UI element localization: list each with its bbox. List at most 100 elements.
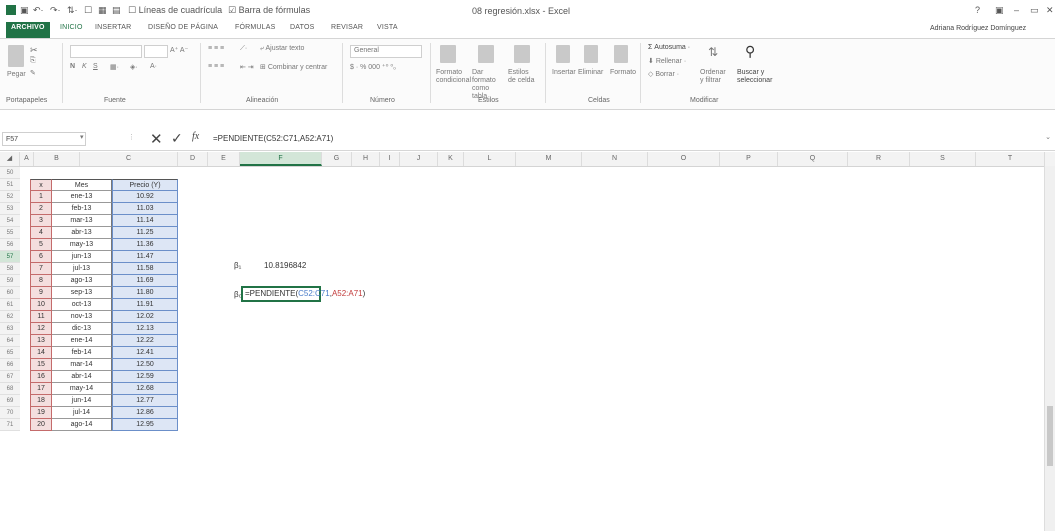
user-name[interactable]: Adriana Rodríguez Domínguez bbox=[930, 25, 1026, 32]
column-header-j[interactable]: J bbox=[400, 152, 438, 166]
conditional-format-icon[interactable] bbox=[440, 45, 456, 63]
name-box-dropdown-icon[interactable]: ▾ bbox=[80, 133, 84, 141]
column-header-i[interactable]: I bbox=[380, 152, 400, 166]
header-precio[interactable]: Precio (Y) bbox=[112, 179, 178, 191]
header-mes[interactable]: Mes bbox=[52, 179, 112, 191]
font-name-box[interactable] bbox=[70, 45, 142, 58]
format-label[interactable]: Formato bbox=[610, 69, 636, 76]
cell-precio[interactable]: 12.13 bbox=[112, 323, 178, 335]
grid-icon[interactable]: ▦ bbox=[98, 5, 107, 16]
row-header[interactable]: 59 bbox=[0, 275, 20, 287]
find-select-label[interactable]: Buscar y seleccionar bbox=[737, 69, 772, 85]
fill-color-icon[interactable]: ◈· bbox=[130, 63, 138, 71]
gridlines-checkbox[interactable]: ☐ Líneas de cuadrícula bbox=[128, 5, 222, 16]
row-header[interactable]: 60 bbox=[0, 287, 20, 299]
tab-diseno-pagina[interactable]: DISEÑO DE PÁGINA bbox=[148, 24, 218, 31]
format-cells-icon[interactable] bbox=[614, 45, 628, 63]
cell-x[interactable]: 4 bbox=[30, 227, 52, 239]
row-header[interactable]: 65 bbox=[0, 347, 20, 359]
row-header[interactable]: 53 bbox=[0, 203, 20, 215]
cell-mes[interactable]: abr-13 bbox=[52, 227, 112, 239]
cell-x[interactable]: 11 bbox=[30, 311, 52, 323]
cell-precio[interactable]: 11.03 bbox=[112, 203, 178, 215]
cell-x[interactable]: 6 bbox=[30, 251, 52, 263]
accounting-format-icon[interactable]: $ · % 000 ⁺⁰ ⁰₀ bbox=[350, 63, 396, 71]
font-size-box[interactable] bbox=[144, 45, 168, 58]
cell-x[interactable]: 14 bbox=[30, 347, 52, 359]
format-painter-icon[interactable]: ✎ bbox=[30, 69, 36, 77]
row-header[interactable]: 63 bbox=[0, 323, 20, 335]
conditional-format-label[interactable]: Formato condicional bbox=[436, 69, 471, 85]
row-header[interactable]: 67 bbox=[0, 371, 20, 383]
cancel-icon[interactable]: ✕ bbox=[150, 130, 163, 148]
expand-formula-icon[interactable]: ⌄ bbox=[1045, 133, 1051, 141]
cell-precio[interactable]: 10.92 bbox=[112, 191, 178, 203]
ribbon-display-icon[interactable]: ▣ bbox=[995, 5, 1004, 16]
cell-styles-icon[interactable] bbox=[514, 45, 530, 63]
delete-cells-icon[interactable] bbox=[584, 45, 598, 63]
cell-mes[interactable]: oct-13 bbox=[52, 299, 112, 311]
cell-x[interactable]: 18 bbox=[30, 395, 52, 407]
paste-icon[interactable] bbox=[8, 45, 24, 67]
clear-button[interactable]: ◇ Borrar · bbox=[648, 70, 679, 78]
cell-mes[interactable]: may-13 bbox=[52, 239, 112, 251]
formula-bar-checkbox[interactable]: ☑ Barra de fórmulas bbox=[228, 5, 310, 16]
cell-x[interactable]: 20 bbox=[30, 419, 52, 431]
cell-x[interactable]: 19 bbox=[30, 407, 52, 419]
insert-function-icon[interactable]: fx bbox=[192, 131, 199, 142]
tab-inicio[interactable]: INICIO bbox=[60, 24, 83, 31]
merge-center-icon[interactable]: ⊞ Combinar y centrar bbox=[260, 63, 327, 71]
cell-mes[interactable]: feb-14 bbox=[52, 347, 112, 359]
align-left-icon[interactable]: ≡ ≡ ≡ bbox=[208, 63, 224, 70]
cell-precio[interactable]: 12.77 bbox=[112, 395, 178, 407]
insert-cells-icon[interactable] bbox=[556, 45, 570, 63]
italic-icon[interactable]: K bbox=[82, 63, 87, 70]
column-header-o[interactable]: O bbox=[648, 152, 720, 166]
row-header[interactable]: 57 bbox=[0, 251, 20, 263]
cell-x[interactable]: 8 bbox=[30, 275, 52, 287]
column-header-d[interactable]: D bbox=[178, 152, 208, 166]
cell-x[interactable]: 10 bbox=[30, 299, 52, 311]
save-icon[interactable]: ▣ bbox=[20, 5, 29, 16]
help-icon[interactable]: ? bbox=[975, 5, 980, 15]
tab-archivo[interactable]: ARCHIVO bbox=[6, 22, 50, 38]
row-header[interactable]: 52 bbox=[0, 191, 20, 203]
orientation-icon[interactable]: ⟋· bbox=[240, 45, 247, 53]
border-icon[interactable]: ☐ bbox=[84, 5, 92, 16]
cell-precio[interactable]: 12.68 bbox=[112, 383, 178, 395]
cell-mes[interactable]: mar-13 bbox=[52, 215, 112, 227]
cell-x[interactable]: 5 bbox=[30, 239, 52, 251]
row-header[interactable]: 50 bbox=[0, 167, 20, 179]
cut-icon[interactable]: ✂ bbox=[30, 45, 38, 56]
font-grow-icon[interactable]: A⁺ A⁻ bbox=[170, 46, 188, 54]
column-header-c[interactable]: C bbox=[80, 152, 178, 166]
row-header[interactable]: 62 bbox=[0, 311, 20, 323]
cell-precio[interactable]: 11.58 bbox=[112, 263, 178, 275]
column-header-g[interactable]: G bbox=[322, 152, 352, 166]
column-header-f[interactable]: F bbox=[240, 152, 322, 166]
select-all-corner[interactable]: ◢ bbox=[0, 152, 20, 166]
cell-precio[interactable]: 12.59 bbox=[112, 371, 178, 383]
cell-mes[interactable]: may-14 bbox=[52, 383, 112, 395]
tab-insertar[interactable]: INSERTAR bbox=[95, 24, 131, 31]
cell-x[interactable]: 16 bbox=[30, 371, 52, 383]
vertical-scrollbar[interactable] bbox=[1044, 166, 1055, 531]
column-header-h[interactable]: H bbox=[352, 152, 380, 166]
cell-mes[interactable]: sep-13 bbox=[52, 287, 112, 299]
row-header[interactable]: 55 bbox=[0, 227, 20, 239]
redo-icon[interactable]: ↷· bbox=[50, 5, 61, 16]
cell-mes[interactable]: jun-13 bbox=[52, 251, 112, 263]
cell-precio[interactable]: 11.36 bbox=[112, 239, 178, 251]
cell-precio[interactable]: 11.47 bbox=[112, 251, 178, 263]
cell-mes[interactable]: jul-14 bbox=[52, 407, 112, 419]
sort-filter-label[interactable]: Ordenar y filtrar bbox=[700, 69, 730, 85]
row-header[interactable]: 56 bbox=[0, 239, 20, 251]
cell-mes[interactable]: nov-13 bbox=[52, 311, 112, 323]
cell-x[interactable]: 2 bbox=[30, 203, 52, 215]
column-header-m[interactable]: M bbox=[516, 152, 582, 166]
cell-mes[interactable]: dic-13 bbox=[52, 323, 112, 335]
cell-precio[interactable]: 12.86 bbox=[112, 407, 178, 419]
row-header[interactable]: 69 bbox=[0, 395, 20, 407]
column-header-a[interactable]: A bbox=[20, 152, 34, 166]
minimize-icon[interactable]: – bbox=[1014, 5, 1019, 15]
